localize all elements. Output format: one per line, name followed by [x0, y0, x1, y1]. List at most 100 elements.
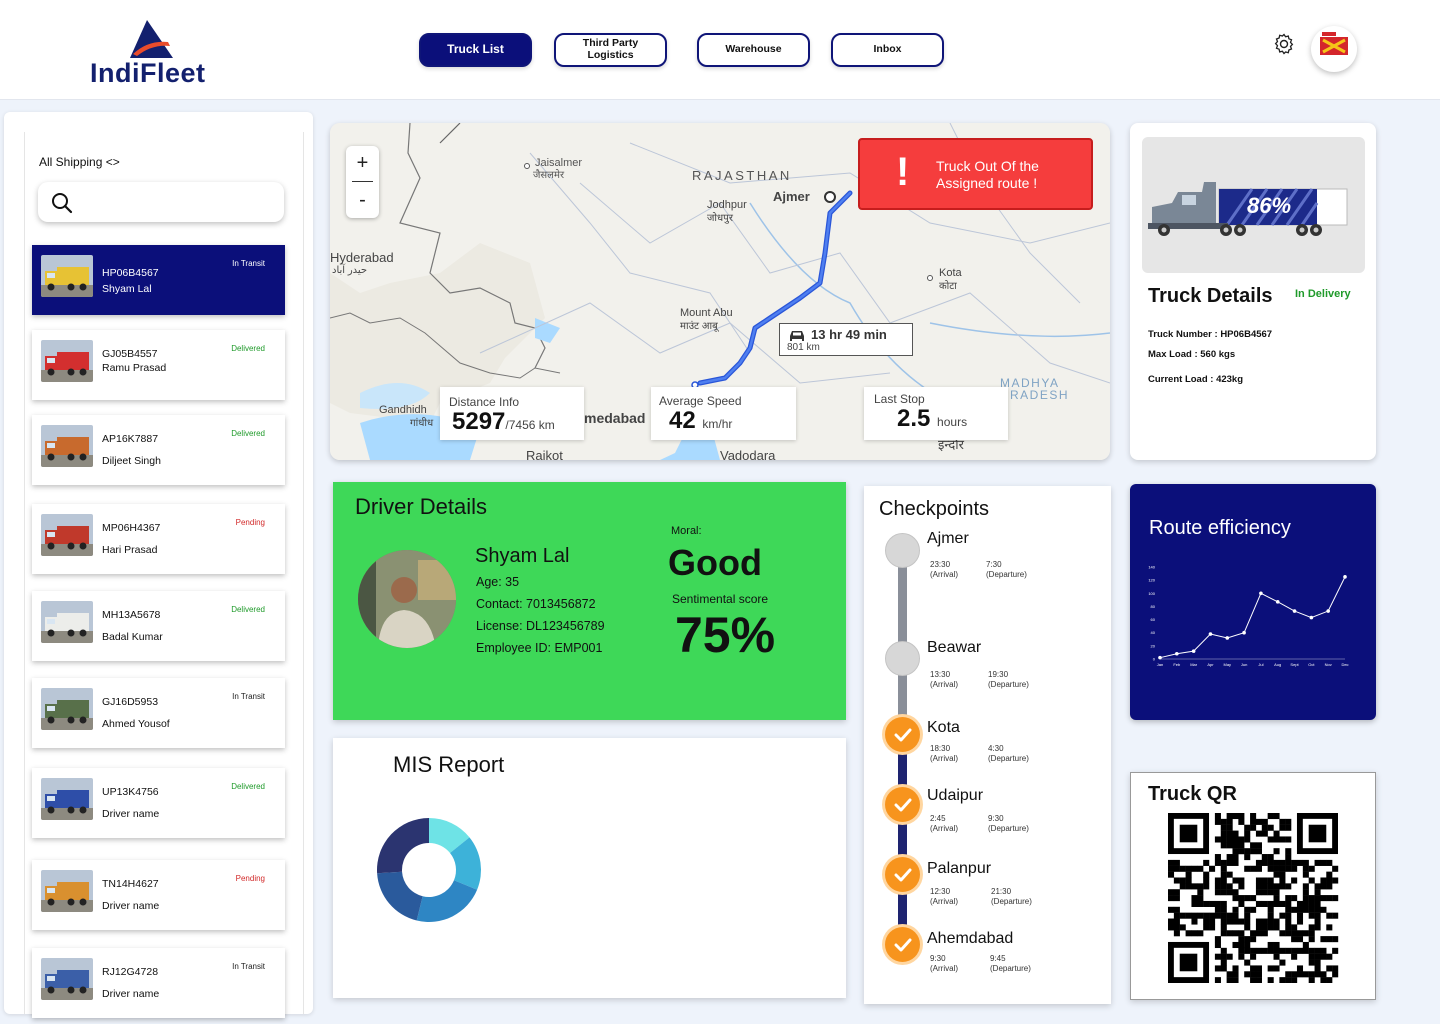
data-point [1259, 591, 1263, 596]
y-tick-label: 0 [1153, 657, 1156, 662]
data-point [1225, 636, 1230, 640]
truck-thumbnail [41, 601, 93, 643]
driver-name: Driver name [102, 988, 160, 1000]
qr-module [1232, 877, 1239, 884]
arrival-time: 23:30 [930, 560, 951, 569]
qr-module [1232, 830, 1239, 837]
brand-logo[interactable]: IndiFleet [90, 16, 220, 90]
qr-module [1168, 906, 1175, 913]
qr-module [1226, 842, 1233, 849]
arrival-time: 13:30 [930, 670, 951, 679]
search-input[interactable] [38, 182, 284, 222]
moral-label: Moral: [671, 525, 702, 537]
qr-module [1244, 865, 1251, 872]
qr-module [1214, 836, 1221, 843]
qr-module [1279, 977, 1286, 983]
departure-time: 9:45 [990, 954, 1006, 963]
checkpoint-departure: 21:30 (Departure) [991, 887, 1032, 907]
driver-employee-id: Employee ID: EMP001 [476, 641, 603, 655]
route-alert-banner[interactable]: ! Truck Out Of the Assigned route ! [858, 138, 1093, 210]
truck-list-item[interactable]: GJ16D5953 Ahmed Yousof In Transit [32, 678, 285, 748]
qr-module [1214, 977, 1221, 983]
route-eta-label: 13 hr 49 min 801 km [779, 323, 913, 356]
truck-photo-icon [41, 958, 93, 1000]
qr-module [1273, 900, 1280, 907]
qr-module [1308, 924, 1315, 931]
status-badge: In Transit [232, 259, 265, 268]
qr-module [1332, 947, 1339, 954]
qr-module [1185, 930, 1192, 937]
nav-warehouse[interactable]: Warehouse [697, 33, 810, 67]
truck-list-item[interactable]: MP06H4367 Hari Prasad Pending [32, 504, 285, 574]
truck-photo-icon [41, 778, 93, 820]
qr-module [1244, 906, 1251, 913]
arrival-label: (Arrival) [930, 897, 958, 906]
profile-avatar[interactable] [1311, 26, 1357, 72]
qr-module [1220, 836, 1227, 843]
truck-thumbnail [41, 340, 93, 382]
zoom-out-button[interactable]: - [346, 182, 379, 218]
qr-module [1267, 883, 1274, 890]
truck-list-item[interactable]: GJ05B4557 Ramu Prasad Delivered [32, 330, 285, 400]
qr-code-icon[interactable] [1162, 813, 1344, 983]
qr-module [1244, 918, 1251, 925]
qr-module [1203, 871, 1210, 878]
qr-module [1226, 871, 1233, 878]
qr-finder-core [1308, 824, 1327, 843]
qr-module [1232, 889, 1239, 896]
qr-module [1226, 953, 1233, 960]
qr-module [1326, 883, 1333, 890]
qr-module [1220, 871, 1227, 878]
qr-module [1279, 865, 1286, 872]
x-tick-label: Mar [1190, 662, 1198, 667]
qr-module [1250, 971, 1257, 978]
qr-module [1285, 912, 1292, 919]
mis-donut-chart[interactable] [373, 808, 533, 948]
nav-third-party-logistics[interactable]: Third Party Logistics [554, 33, 667, 67]
qr-module [1261, 918, 1268, 925]
qr-module [1273, 889, 1280, 896]
map-label-hyderabad-ur: حیدر آباد [332, 265, 368, 276]
truck-list-item[interactable]: UP13K4756 Driver name Delivered [32, 768, 285, 838]
zoom-in-button[interactable]: + [352, 146, 373, 182]
qr-module [1255, 877, 1262, 884]
qr-module [1308, 977, 1315, 983]
truck-list-item[interactable]: TN14H4627 Driver name Pending [32, 860, 285, 930]
qr-module [1332, 965, 1339, 972]
qr-module [1191, 900, 1198, 907]
qr-module [1214, 877, 1221, 884]
truck-list-item[interactable]: MH13A5678 Badal Kumar Delivered [32, 591, 285, 661]
route-efficiency-title: Route efficiency [1149, 517, 1291, 539]
qr-module [1261, 947, 1268, 954]
mis-report-title: MIS Report [393, 752, 505, 777]
mis-report-card: MIS Report [333, 738, 846, 998]
checkpoint-departure: 7:30 (Departure) [986, 560, 1027, 580]
qr-module [1285, 824, 1292, 831]
qr-module [1197, 865, 1204, 872]
gear-icon[interactable] [1272, 32, 1296, 56]
route-efficiency-chart[interactable]: 0 20 40 60 80 100 120 140 Jan Feb Mar Apr May Jun Jul A… [1140, 559, 1360, 679]
arrival-label: (Arrival) [930, 964, 958, 973]
qr-module [1273, 947, 1280, 954]
qr-module [1261, 930, 1268, 937]
truck-list-item[interactable]: HP06B4567 Shyam Lal In Transit [32, 245, 285, 315]
nav-inbox[interactable]: Inbox [831, 33, 944, 67]
qr-module [1232, 930, 1239, 937]
qr-module [1168, 859, 1175, 866]
x-tick-label: Nov [1325, 662, 1332, 667]
truck-list-item[interactable]: RJ12G4728 Driver name In Transit [32, 948, 285, 1018]
qr-module [1238, 941, 1245, 949]
alert-icon: ! [896, 150, 910, 194]
qr-module [1279, 883, 1286, 890]
arrival-label: (Arrival) [930, 570, 958, 579]
qr-module [1255, 848, 1262, 855]
shipping-filter[interactable]: All Shipping <> [39, 155, 120, 169]
status-badge: In Transit [232, 962, 265, 971]
departure-time: 4:30 [988, 744, 1004, 753]
truck-list-item[interactable]: AP16K7887 Diljeet Singh Delivered [32, 415, 285, 485]
qr-module [1220, 883, 1227, 890]
qr-module [1238, 836, 1245, 843]
qr-module [1279, 959, 1286, 966]
nav-truck-list[interactable]: Truck List [419, 33, 532, 67]
qr-module [1179, 912, 1186, 919]
